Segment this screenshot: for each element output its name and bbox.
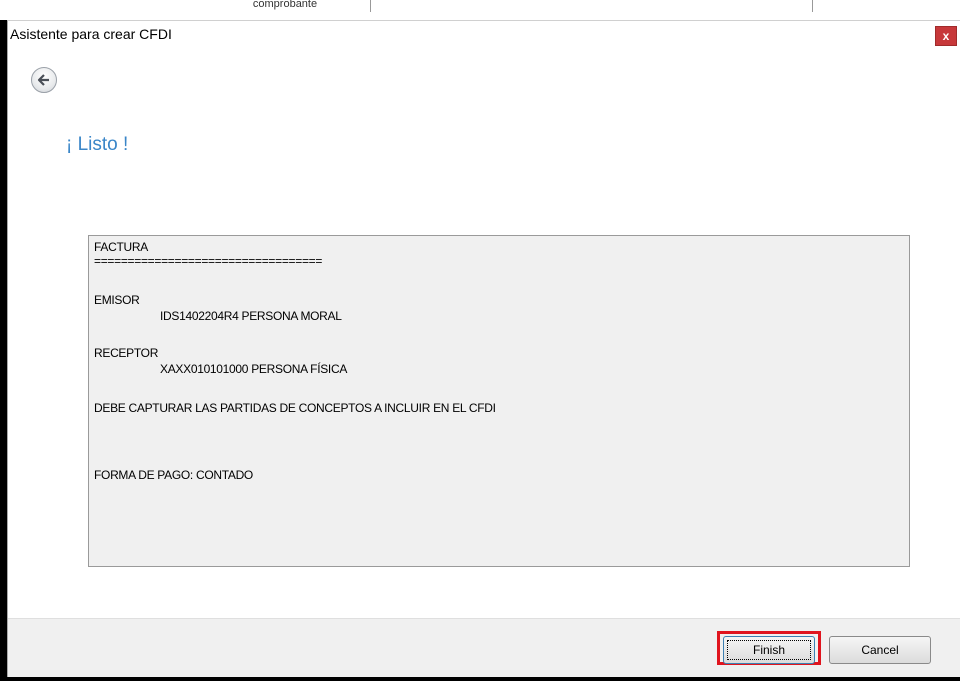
- window-title: Asistente para crear CFDI: [10, 26, 172, 42]
- summary-notice: DEBE CAPTURAR LAS PARTIDAS DE CONCEPTOS …: [94, 401, 496, 415]
- close-button[interactable]: x: [935, 26, 957, 46]
- button-bar: Finish Cancel: [8, 618, 960, 678]
- finish-button[interactable]: Finish: [723, 636, 815, 664]
- focus-ring: [727, 640, 811, 660]
- summary-separator: ==================================: [94, 254, 323, 268]
- background-header-cell: comprobante: [200, 0, 371, 12]
- background-divider: [812, 0, 813, 12]
- cancel-button[interactable]: Cancel: [829, 636, 931, 664]
- summary-receiver-label: RECEPTOR: [94, 346, 159, 360]
- back-arrow-icon: [37, 74, 49, 86]
- cancel-button-label: Cancel: [861, 643, 899, 657]
- summary-issuer-value: IDS1402204R4 PERSONA MORAL: [160, 309, 342, 323]
- title-bar[interactable]: Asistente para crear CFDI x: [8, 21, 960, 55]
- summary-payment: FORMA DE PAGO: CONTADO: [94, 468, 253, 482]
- background-window: comprobante: [0, 0, 960, 20]
- summary-receiver-value: XAXX010101000 PERSONA FÍSICA: [160, 362, 348, 376]
- back-button[interactable]: [31, 67, 57, 93]
- wizard-dialog: Asistente para crear CFDI x ¡ Listo ! FA…: [7, 20, 960, 678]
- bottom-border: [0, 677, 960, 681]
- summary-text-box[interactable]: FACTURA ================================…: [88, 235, 910, 567]
- left-border: [0, 20, 7, 681]
- page-heading: ¡ Listo !: [66, 134, 129, 155]
- summary-issuer-label: EMISOR: [94, 293, 140, 307]
- summary-doc-type: FACTURA: [94, 240, 148, 254]
